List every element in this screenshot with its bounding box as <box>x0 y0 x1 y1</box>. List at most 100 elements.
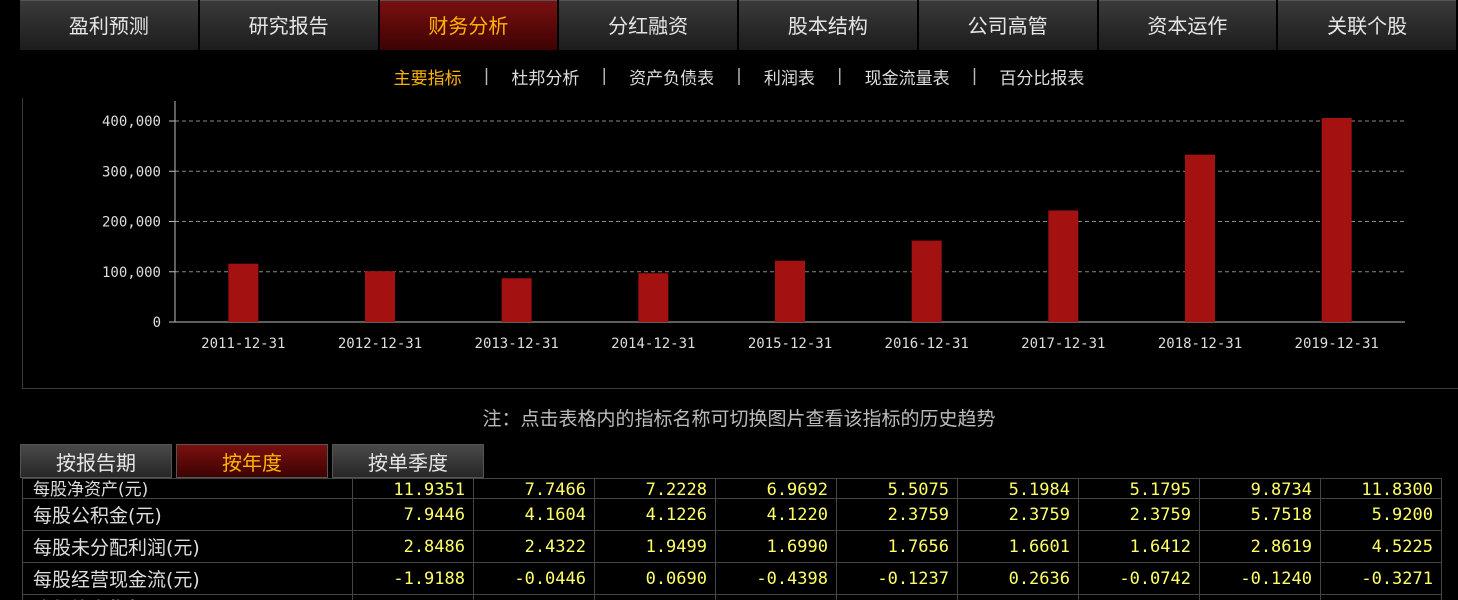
row-label[interactable]: 每股公积金(元) <box>22 498 353 531</box>
x-tick-label: 2018-12-31 <box>1158 336 1242 352</box>
table-cell: 7.9446 <box>352 498 474 531</box>
table-cell: 5.9200 <box>1320 498 1442 531</box>
table-cell: 1.6601 <box>957 530 1079 563</box>
indicator-table-wrap: 每股净资产(元) 11.9351 7.7466 7.2228 6.9692 5.5075 5… <box>22 478 1458 600</box>
sub-nav-separator: | <box>836 66 843 86</box>
x-tick-label: 2012-12-31 <box>338 336 422 352</box>
tab-6[interactable]: 资本运作 <box>1098 0 1277 50</box>
indicator-table: 每股净资产(元) 11.9351 7.7466 7.2228 6.9692 5.5075 5… <box>22 478 1442 600</box>
tab-7[interactable]: 关联个股 <box>1278 0 1456 50</box>
sub-nav-item-5[interactable]: 百分比报表 <box>999 64 1084 89</box>
table-cell: 0.2636 <box>957 562 1079 595</box>
table-cell: 6.9692 <box>715 478 837 499</box>
table-cell: 0.0690 <box>594 562 716 595</box>
table-cell: 2.3759 <box>836 498 958 531</box>
x-tick-label: 2013-12-31 <box>475 336 559 352</box>
table-cell <box>1320 594 1442 600</box>
table-cell: 2.8486 <box>352 530 474 563</box>
table-cell <box>473 594 595 600</box>
bar <box>775 260 805 322</box>
bar <box>638 273 669 322</box>
table-cell: 5.1984 <box>957 478 1079 499</box>
table-cell: 11.9351 <box>352 478 474 499</box>
table-cell <box>1199 594 1321 600</box>
bar <box>1048 210 1079 322</box>
bar <box>1321 117 1352 322</box>
period-tab-1[interactable]: 按年度 <box>176 444 328 478</box>
sub-nav-item-4[interactable]: 现金流量表 <box>865 64 950 89</box>
sub-nav-item-2[interactable]: 资产负债表 <box>629 64 714 89</box>
table-cell: 1.7656 <box>836 530 958 563</box>
table-cell: 5.5075 <box>836 478 958 499</box>
tab-1[interactable]: 研究报告 <box>199 0 378 50</box>
table-row: 每股经营现金流(元) -1.9188 -0.0446 0.0690 -0.4398 -0.… <box>22 562 1442 595</box>
tab-3[interactable]: 分红融资 <box>559 0 737 50</box>
bar <box>911 240 942 322</box>
table-cell: -0.1240 <box>1199 562 1321 595</box>
table-cell: 7.2228 <box>594 478 716 499</box>
sub-nav-item-1[interactable]: 杜邦分析 <box>511 64 579 89</box>
table-cell <box>715 594 837 600</box>
table-cell <box>594 594 716 600</box>
x-tick-label: 2015-12-31 <box>748 336 832 352</box>
table-cell: 2.3759 <box>957 498 1079 531</box>
row-label[interactable]: 每股净资产(元) <box>22 478 353 499</box>
section-label[interactable]: 成长能力指标 <box>22 594 353 600</box>
x-tick-label: 2011-12-31 <box>201 336 285 352</box>
table-cell: 4.5225 <box>1320 530 1442 563</box>
sub-nav-separator: | <box>736 66 742 86</box>
table-cell: 2.8619 <box>1199 530 1321 563</box>
sub-nav-separator: | <box>601 66 608 86</box>
table-row: 每股净资产(元) 11.9351 7.7466 7.2228 6.9692 5.5075 5… <box>22 478 1442 499</box>
table-cell: 1.9499 <box>594 530 716 563</box>
x-tick-label: 2014-12-31 <box>611 336 695 352</box>
y-tick-label: 300,000 <box>102 164 161 180</box>
table-row: 每股未分配利润(元) 2.8486 2.4322 1.9499 1.6990 1.7656… <box>22 530 1442 563</box>
row-label[interactable]: 每股经营现金流(元) <box>22 562 353 595</box>
table-cell <box>352 594 474 600</box>
sub-nav-item-3[interactable]: 利润表 <box>764 64 815 89</box>
table-cell: -0.0742 <box>1078 562 1200 595</box>
y-tick-label: 200,000 <box>102 215 161 231</box>
x-tick-label: 2017-12-31 <box>1021 336 1105 352</box>
table-cell: -0.0446 <box>473 562 595 595</box>
y-tick-label: 100,000 <box>102 265 161 281</box>
x-tick-label: 2016-12-31 <box>885 336 969 352</box>
period-tab-0[interactable]: 按报告期 <box>20 444 172 478</box>
table-cell: -0.1237 <box>836 562 958 595</box>
tab-2[interactable]: 财务分析 <box>379 0 558 50</box>
row-label[interactable]: 每股未分配利润(元) <box>22 530 353 563</box>
table-cell: 5.7518 <box>1199 498 1321 531</box>
table-cell: 2.4322 <box>473 530 595 563</box>
table-cell: 2.3759 <box>1078 498 1200 531</box>
top-tab-bar: 盈利预测 研究报告 财务分析 分红融资 股本结构 公司高管 资本运作 关联个股 <box>20 0 1458 50</box>
period-tab-2[interactable]: 按单季度 <box>332 444 484 478</box>
table-cell: 5.1795 <box>1078 478 1200 499</box>
bar <box>365 271 395 322</box>
table-cell: -1.9188 <box>352 562 474 595</box>
x-tick-label: 2019-12-31 <box>1295 336 1379 352</box>
sub-nav-separator: | <box>971 66 978 86</box>
y-tick-label: 0 <box>153 315 161 331</box>
bar-chart: 0 100,000 200,000 300,000 400,000 2011-12-31 2… <box>102 101 1405 352</box>
table-cell <box>836 594 958 600</box>
table-cell: 11.8300 <box>1320 478 1442 499</box>
period-tab-bar: 按报告期 按年度 按单季度 <box>20 444 488 478</box>
sub-nav-item-0[interactable]: 主要指标 <box>394 64 462 89</box>
bar <box>1185 154 1215 322</box>
table-row: 成长能力指标 <box>22 594 1442 600</box>
sub-nav: 主要指标 | 杜邦分析 | 资产负债表 | 利润表 | 现金流量表 | 百分比报表 <box>20 62 1458 90</box>
table-cell: 1.6990 <box>715 530 837 563</box>
tab-4[interactable]: 股本结构 <box>739 0 917 50</box>
tab-0[interactable]: 盈利预测 <box>20 0 198 50</box>
bar <box>228 263 259 322</box>
tab-5[interactable]: 公司高管 <box>918 0 1097 50</box>
table-cell: 4.1226 <box>594 498 716 531</box>
bar <box>501 278 532 322</box>
sub-nav-separator: | <box>483 66 490 86</box>
table-cell: 7.7466 <box>473 478 595 499</box>
table-cell: 1.6412 <box>1078 530 1200 563</box>
table-cell: 4.1220 <box>715 498 837 531</box>
table-cell <box>957 594 1079 600</box>
table-cell: 9.8734 <box>1199 478 1321 499</box>
